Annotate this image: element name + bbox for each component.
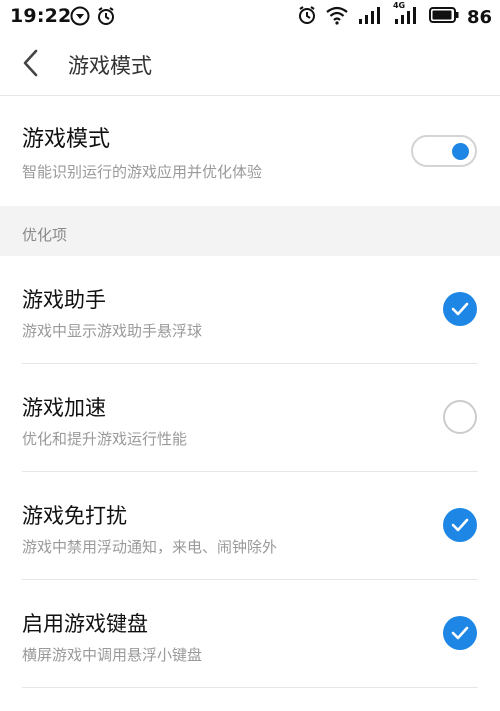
checkbox-checked[interactable] (443, 508, 477, 542)
battery-level: 86 (466, 6, 492, 28)
checkmark-icon (451, 626, 469, 640)
navigation-icon (70, 6, 90, 30)
checkbox-checked[interactable] (443, 616, 477, 650)
status-right-icons: 4G 86 (297, 1, 492, 29)
header: 游戏模式 (0, 34, 500, 96)
checkbox-checked[interactable] (443, 292, 477, 326)
item-title: 游戏免打扰 (22, 504, 127, 528)
section-header: 优化项 (0, 206, 500, 256)
status-bar: 19:22 4G 86 (0, 0, 500, 34)
setting-title: 游戏模式 (22, 127, 111, 152)
checkmark-icon (451, 302, 469, 316)
item-subtitle: 横屏游戏中调用悬浮小键盘 (22, 646, 203, 664)
status-left-icons (70, 6, 116, 30)
section-label: 优化项 (22, 226, 68, 244)
setting-subtitle: 智能识别运行的游戏应用并优化体验 (22, 163, 263, 181)
list-item-game-assistant[interactable]: 游戏助手 游戏中显示游戏助手悬浮球 (0, 256, 500, 364)
network-badge: 4G (392, 1, 406, 10)
item-subtitle: 优化和提升游戏运行性能 (22, 430, 188, 448)
divider (22, 687, 478, 688)
chevron-left-icon (21, 49, 41, 81)
wifi-icon (325, 5, 349, 29)
signal-icon (357, 5, 385, 29)
item-title: 启用游戏键盘 (22, 612, 148, 636)
toggle-knob (452, 143, 469, 160)
list-item-game-acceleration[interactable]: 游戏加速 优化和提升游戏运行性能 (0, 364, 500, 472)
list-item-do-not-disturb[interactable]: 游戏免打扰 游戏中禁用浮动通知，来电、闹钟除外 (0, 472, 500, 580)
item-subtitle: 游戏中显示游戏助手悬浮球 (22, 322, 203, 340)
battery-icon (428, 6, 459, 28)
back-button[interactable] (14, 48, 48, 82)
page-title: 游戏模式 (68, 54, 152, 78)
game-mode-setting[interactable]: 游戏模式 智能识别运行的游戏应用并优化体验 (0, 97, 500, 206)
checkmark-icon (451, 518, 469, 532)
signal-4g-icon: 4G (393, 1, 421, 29)
item-title: 游戏助手 (22, 288, 106, 312)
item-title: 游戏加速 (22, 396, 106, 420)
status-time: 19:22 (10, 5, 72, 27)
alarm-icon (297, 5, 317, 29)
checkbox-unchecked[interactable] (443, 400, 477, 434)
list-item-game-keyboard[interactable]: 启用游戏键盘 横屏游戏中调用悬浮小键盘 (0, 580, 500, 688)
game-mode-toggle[interactable] (411, 135, 477, 167)
alarm-icon (96, 6, 116, 30)
item-subtitle: 游戏中禁用浮动通知，来电、闹钟除外 (22, 538, 278, 556)
